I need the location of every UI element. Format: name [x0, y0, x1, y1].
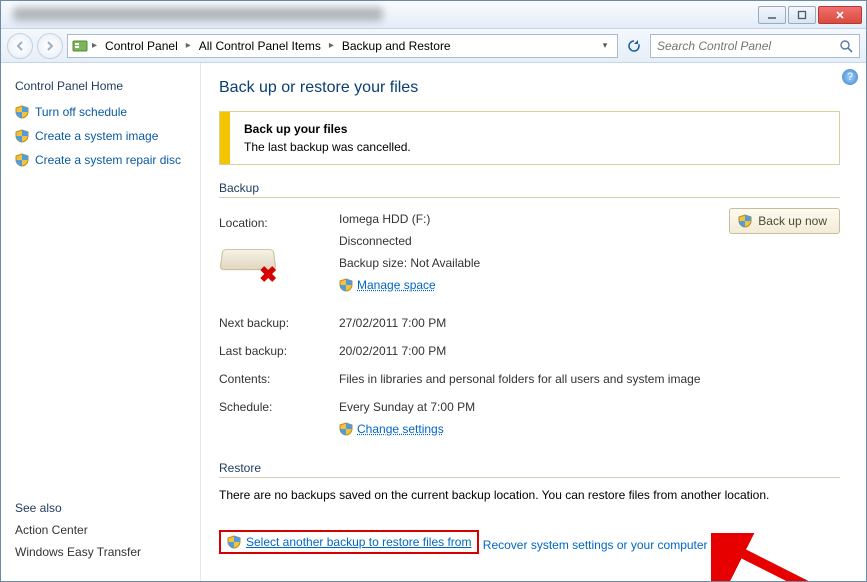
select-another-backup-link[interactable]: Select another backup to restore files f… — [246, 535, 471, 549]
nav-forward-button[interactable] — [37, 33, 63, 59]
backup-section-heading: Backup — [219, 181, 840, 198]
error-x-icon: ✖ — [259, 264, 281, 286]
next-backup-value: 27/02/2011 7:00 PM — [339, 312, 840, 334]
alert-title: Back up your files — [244, 122, 411, 136]
recover-system-link[interactable]: Recover system settings or your computer — [483, 538, 708, 552]
shield-icon — [15, 129, 29, 143]
breadcrumb-item[interactable]: Control Panel — [101, 39, 182, 53]
sidebar-link-create-repair-disc[interactable]: Create a system repair disc — [15, 153, 186, 167]
search-input[interactable] — [657, 39, 839, 53]
minimize-button[interactable] — [758, 6, 786, 24]
address-bar[interactable]: ▸ Control Panel ▸ All Control Panel Item… — [67, 34, 618, 58]
sidebar-home-link[interactable]: Control Panel Home — [15, 79, 186, 93]
sidebar-link-label: Create a system image — [35, 129, 158, 143]
select-another-backup-highlight: Select another backup to restore files f… — [219, 530, 479, 554]
chevron-right-icon: ▸ — [90, 40, 99, 51]
address-dropdown[interactable]: ▾ — [597, 36, 613, 56]
location-label: Location: — [219, 212, 329, 234]
change-settings-link[interactable]: Change settings — [357, 422, 444, 436]
shield-icon — [227, 535, 241, 549]
shield-icon — [339, 422, 353, 436]
drive-icon: ✖ — [219, 240, 279, 284]
alert-message: The last backup was cancelled. — [244, 140, 411, 154]
control-panel-icon — [72, 38, 88, 54]
sidebar-link-turn-off-schedule[interactable]: Turn off schedule — [15, 105, 186, 119]
sidebar-link-label: Create a system repair disc — [35, 153, 181, 167]
shield-icon — [15, 105, 29, 119]
restore-section-heading: Restore — [219, 461, 840, 478]
last-backup-value: 20/02/2011 7:00 PM — [339, 340, 840, 362]
chevron-right-icon: ▸ — [327, 40, 336, 51]
navbar: ▸ Control Panel ▸ All Control Panel Item… — [1, 29, 866, 63]
search-box[interactable] — [650, 34, 860, 58]
alert-box: Back up your files The last backup was c… — [219, 111, 840, 165]
shield-icon — [738, 214, 752, 228]
see-also-easy-transfer[interactable]: Windows Easy Transfer — [15, 545, 141, 559]
see-also-action-center[interactable]: Action Center — [15, 523, 141, 537]
page-title: Back up or restore your files — [219, 79, 840, 97]
connection-status: Disconnected — [339, 230, 700, 252]
sidebar-link-create-system-image[interactable]: Create a system image — [15, 129, 186, 143]
sidebar: Control Panel Home Turn off schedule Cre… — [1, 63, 201, 581]
window-title-blurred — [13, 7, 383, 21]
shield-icon — [15, 153, 29, 167]
next-backup-label: Next backup: — [219, 312, 329, 334]
maximize-button[interactable] — [788, 6, 816, 24]
see-also-heading: See also — [15, 501, 141, 515]
manage-space-link[interactable]: Manage space — [357, 278, 436, 292]
backup-now-button[interactable]: Back up now — [729, 208, 840, 234]
contents-label: Contents: — [219, 368, 329, 390]
restore-message: There are no backups saved on the curren… — [219, 488, 840, 502]
alert-accent-bar — [220, 112, 230, 164]
breadcrumb-item[interactable]: All Control Panel Items — [195, 39, 325, 53]
backup-now-label: Back up now — [758, 214, 827, 228]
nav-back-button[interactable] — [7, 33, 33, 59]
refresh-button[interactable] — [622, 35, 646, 57]
see-also-section: See also Action Center Windows Easy Tran… — [15, 501, 141, 567]
main-content: Back up or restore your files Back up yo… — [201, 63, 866, 581]
schedule-label: Schedule: — [219, 396, 329, 439]
contents-value: Files in libraries and personal folders … — [339, 368, 840, 390]
sidebar-link-label: Turn off schedule — [35, 105, 127, 119]
schedule-value: Every Sunday at 7:00 PM — [339, 396, 840, 418]
last-backup-label: Last backup: — [219, 340, 329, 362]
close-button[interactable] — [818, 6, 862, 24]
chevron-right-icon: ▸ — [184, 40, 193, 51]
search-icon — [839, 39, 853, 53]
backup-size: Backup size: Not Available — [339, 252, 700, 274]
shield-icon — [339, 278, 353, 292]
window-titlebar — [1, 1, 866, 29]
breadcrumb-item[interactable]: Backup and Restore — [338, 39, 455, 53]
location-value: Iomega HDD (F:) — [339, 208, 700, 230]
